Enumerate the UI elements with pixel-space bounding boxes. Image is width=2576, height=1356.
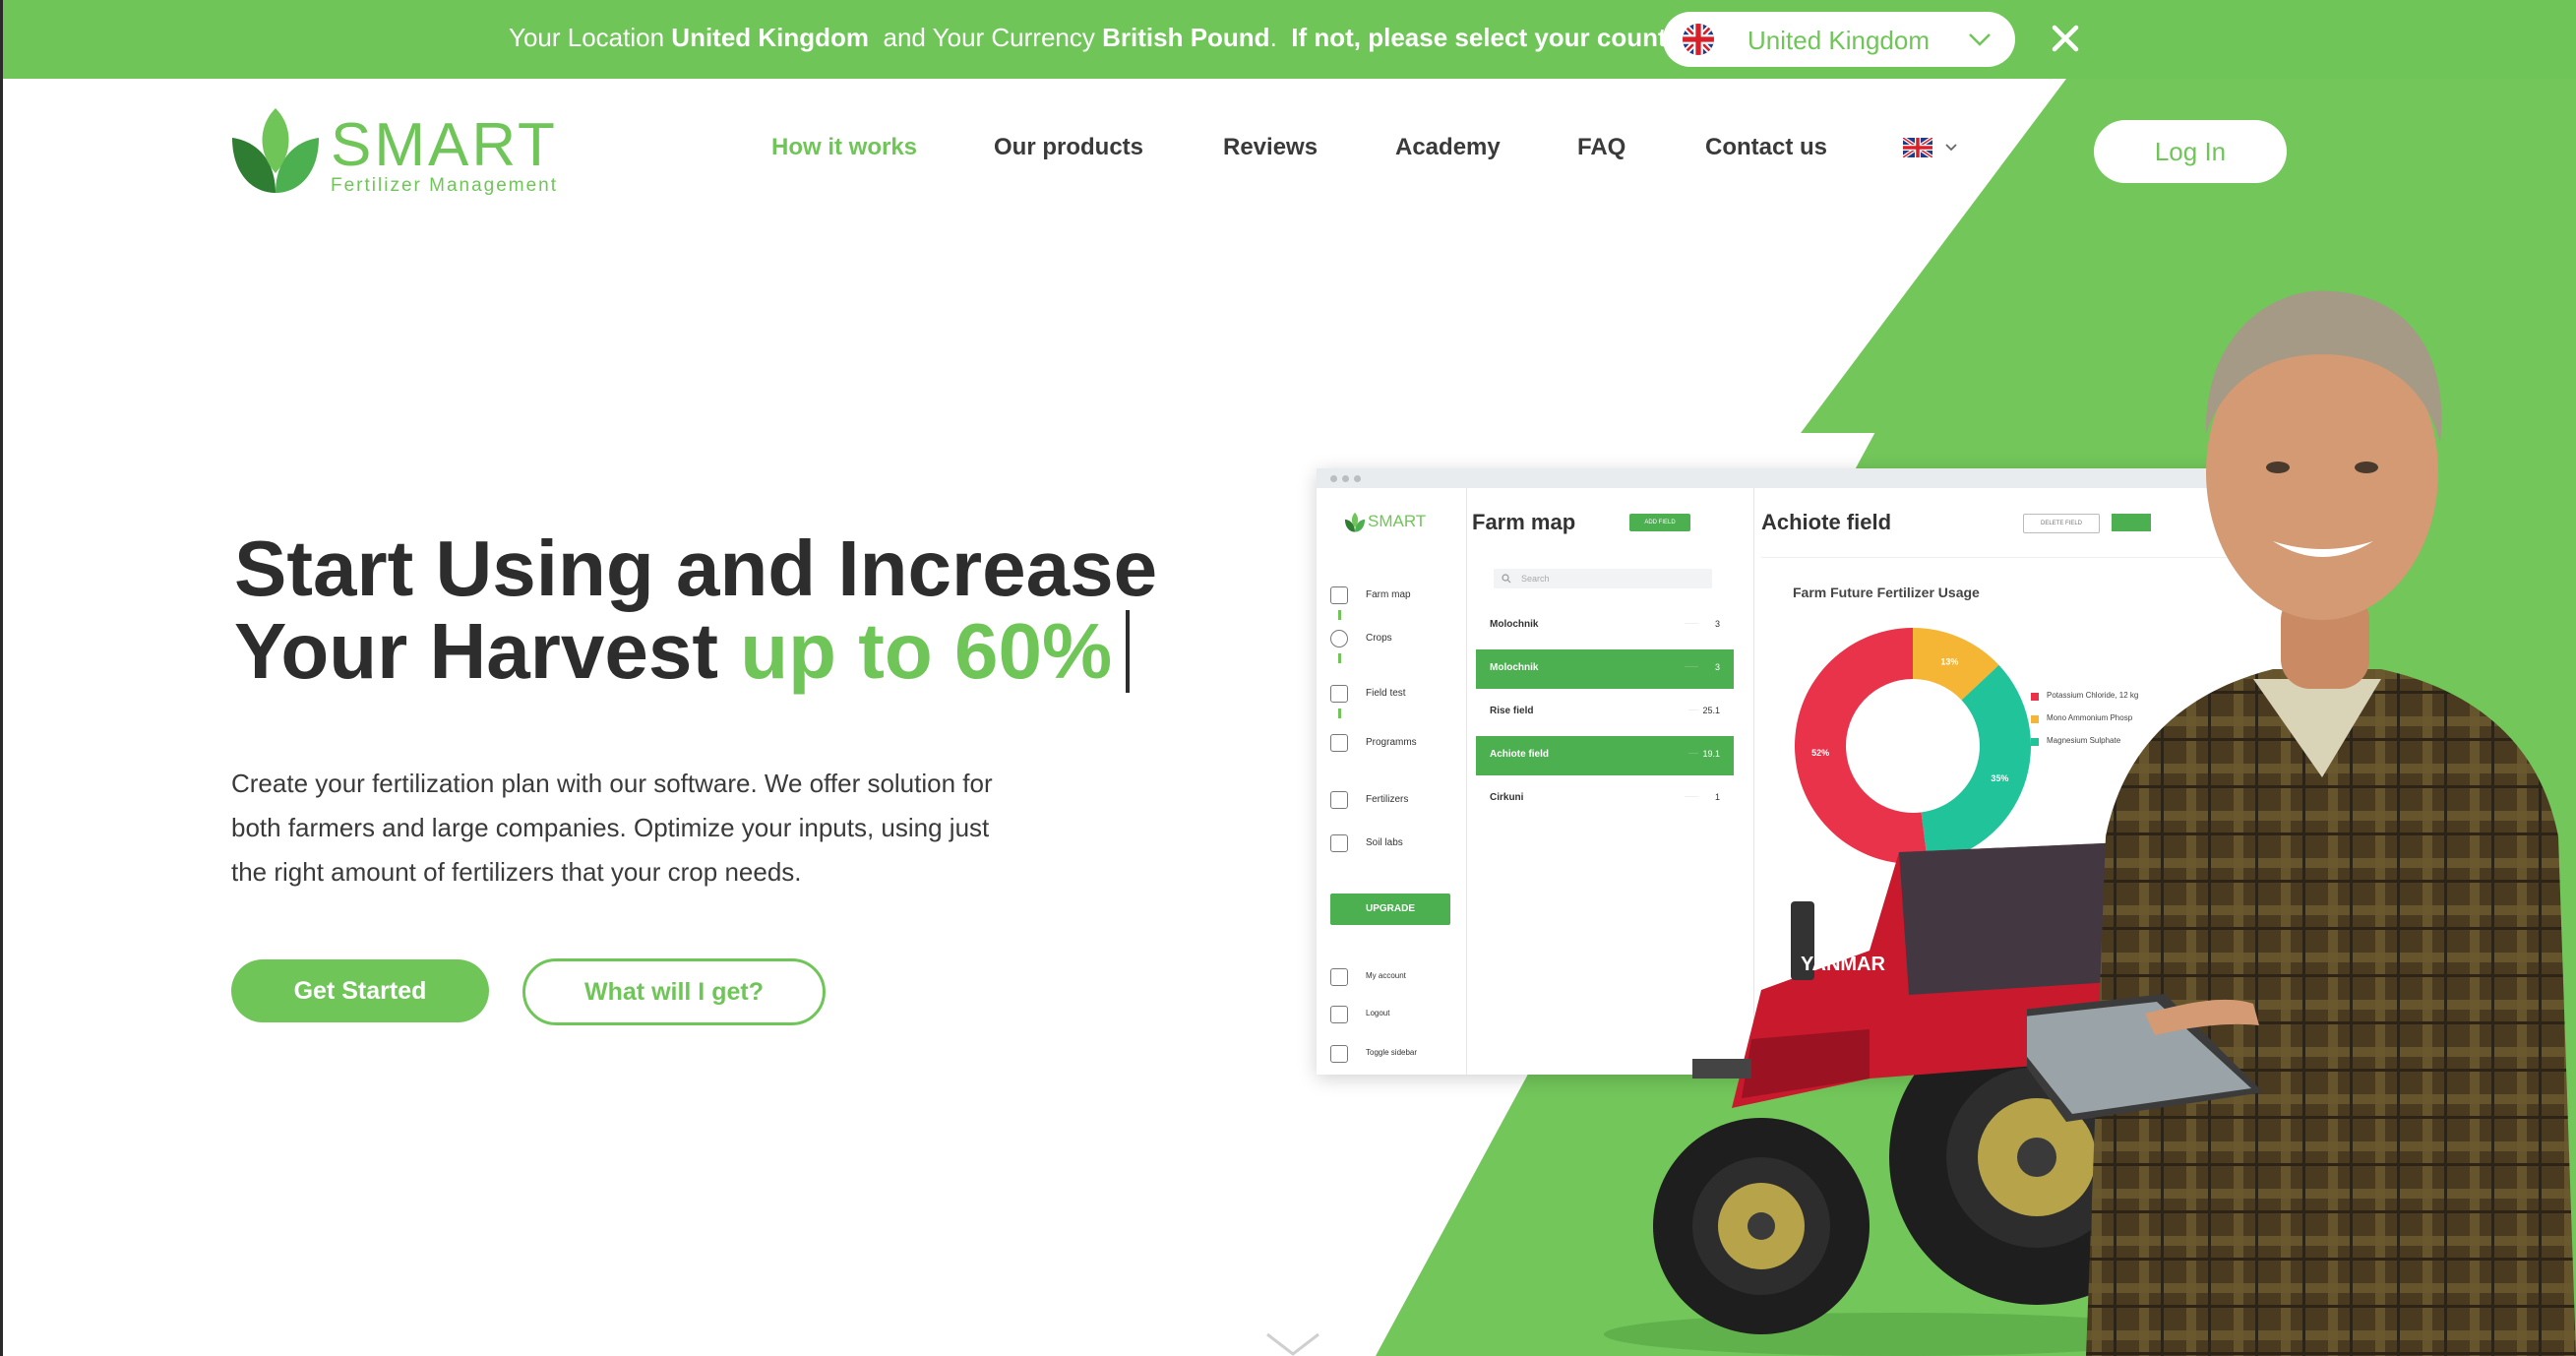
language-selector[interactable]: [1903, 136, 1960, 159]
farm-map-title: Farm map: [1472, 510, 1576, 534]
farmer-photo: [2027, 290, 2576, 1356]
hero-title-line1: Start Using and Increase: [234, 524, 1158, 612]
nav-contact-us[interactable]: Contact us: [1705, 134, 1827, 161]
search-icon: [1502, 574, 1511, 584]
location-message: Your Location United Kingdom and Your Cu…: [509, 23, 1696, 52]
field-meta: ·······: [1685, 621, 1698, 627]
leaf-logo-icon: [1344, 512, 1366, 532]
window-dot: [1330, 475, 1337, 482]
map-icon: [1330, 586, 1348, 604]
field-detail-title: Achiote field: [1761, 510, 1892, 534]
logo-tagline: Fertilizer Management: [331, 175, 559, 196]
window-dot: [1354, 475, 1361, 482]
logout-icon: [1330, 1006, 1348, 1023]
crops-icon: [1330, 630, 1348, 647]
mockup-logo: SMART: [1368, 512, 1427, 530]
flow-arrow: [1338, 610, 1341, 620]
hero-title-line2: Your Harvest: [234, 607, 719, 695]
account-icon: [1330, 968, 1348, 986]
programs-icon: [1330, 734, 1348, 752]
leaf-logo-icon: [232, 108, 319, 193]
field-meta: ·····: [1688, 708, 1698, 713]
field-row[interactable]: Rise field ····· 25.1: [1476, 693, 1734, 732]
field-row[interactable]: Molochnik ······· 3: [1476, 606, 1734, 646]
tractor-brand-decal: YANMAR: [1801, 954, 1885, 975]
flow-arrow: [1338, 709, 1341, 718]
typing-caret: [1126, 610, 1131, 693]
field-row-selected[interactable]: Achiote field ····· 19.1: [1476, 736, 1734, 775]
sidebar-toggle-icon: [1330, 1045, 1348, 1063]
nav-faq[interactable]: FAQ: [1577, 134, 1625, 161]
field-search-input[interactable]: Search: [1494, 569, 1712, 588]
chevron-down-icon: [1945, 144, 1957, 152]
field-row-selected[interactable]: Molochnik ······· 3: [1476, 649, 1734, 689]
country-select-value: United Kingdom: [1748, 26, 1930, 55]
window-edge: [0, 0, 3, 1356]
upgrade-button[interactable]: UPGRADE: [1330, 894, 1450, 925]
chevron-down-icon: [1969, 33, 1991, 46]
field-meta: ·····: [1688, 751, 1698, 757]
fertilizer-icon: [1330, 791, 1348, 809]
flow-arrow: [1338, 653, 1341, 663]
uk-flag-icon: [1903, 138, 1932, 157]
field-test-icon: [1330, 685, 1348, 703]
soil-lab-icon: [1330, 834, 1348, 852]
nav-academy[interactable]: Academy: [1395, 134, 1501, 161]
nav-reviews[interactable]: Reviews: [1223, 134, 1318, 161]
nav-our-products[interactable]: Our products: [994, 134, 1143, 161]
uk-flag-icon: [1683, 24, 1714, 55]
scroll-down-icon[interactable]: [1263, 1330, 1322, 1356]
login-button[interactable]: Log In: [2094, 120, 2287, 183]
nav-how-it-works[interactable]: How it works: [771, 134, 917, 161]
country-select[interactable]: United Kingdom: [1663, 12, 2015, 67]
what-will-i-get-button[interactable]: What will I get?: [522, 958, 826, 1025]
hero-title-accent: up to 60%: [740, 607, 1113, 695]
hero-description: Create your fertilization plan with our …: [231, 769, 993, 887]
add-field-button[interactable]: ADD FIELD: [1629, 514, 1690, 531]
smart-logo[interactable]: SMART Fertilizer Management: [228, 104, 563, 199]
logo-wordmark: SMART: [331, 111, 558, 179]
donut-slice-label: 52%: [1811, 748, 1829, 758]
donut-slice-label: 35%: [1991, 773, 2008, 783]
donut-slice-label: 13%: [1940, 657, 1958, 667]
window-dot: [1342, 475, 1349, 482]
close-icon[interactable]: [2047, 20, 2084, 57]
get-started-button[interactable]: Get Started: [231, 959, 489, 1022]
location-bar: Your Location United Kingdom and Your Cu…: [0, 0, 2576, 79]
field-meta: ·······: [1685, 664, 1698, 670]
hero-title: Start Using and Increase Your Harvest up…: [234, 527, 1157, 693]
mockup-sidebar: SMART Farm map Crops Field test Programm…: [1317, 488, 1467, 1075]
chart-title: Farm Future Fertilizer Usage: [1793, 585, 1980, 600]
